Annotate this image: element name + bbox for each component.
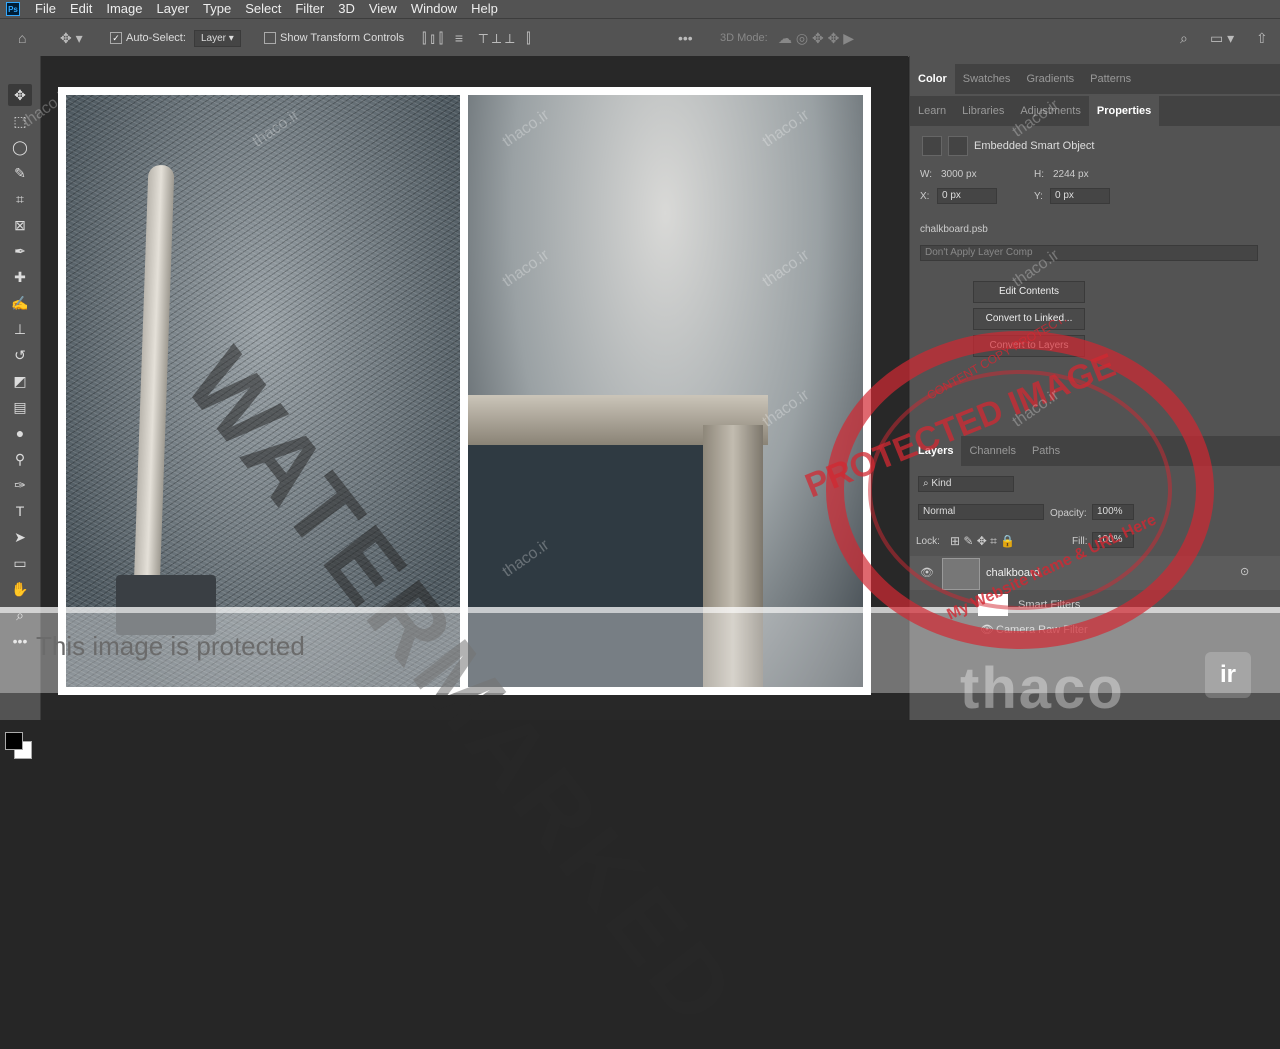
photoshop-logo-icon: Ps <box>6 2 20 16</box>
brush-tool-icon[interactable]: ✍ <box>8 292 32 314</box>
menu-view[interactable]: View <box>362 0 404 18</box>
options-bar: ⌂ ✥ ▾ ✓ Auto-Select: Layer ▾ Show Transf… <box>0 18 1280 57</box>
menu-select[interactable]: Select <box>238 0 288 18</box>
panel-tabs-second: Learn Libraries Adjustments Properties <box>910 96 1280 126</box>
foreground-color[interactable] <box>5 732 23 750</box>
path-select-icon[interactable]: ➤ <box>8 526 32 548</box>
auto-select-checkbox[interactable]: ✓ <box>110 32 122 44</box>
menu-layer[interactable]: Layer <box>150 0 197 18</box>
blur-tool-icon[interactable]: ● <box>8 422 32 444</box>
menu-3d[interactable]: 3D <box>331 0 362 18</box>
search-icon[interactable]: ⌕ <box>1180 19 1188 57</box>
object-type: Embedded Smart Object <box>974 140 1095 152</box>
workspace-icon[interactable]: ▭ ▾ <box>1210 19 1234 57</box>
move-tool-preset-icon[interactable]: ✥ ▾ <box>60 19 83 57</box>
share-icon[interactable]: ⇧ <box>1256 19 1268 57</box>
x-field[interactable]: 0 px <box>937 188 997 204</box>
align-icons[interactable]: ⫿ ⫾ ⫿ ≡ ⊤ ⊥ ⊥ ⫿ <box>422 19 531 57</box>
dodge-tool-icon[interactable]: ⚲ <box>8 448 32 470</box>
frame-tool-icon[interactable]: ⊠ <box>8 214 32 236</box>
y-field[interactable]: 0 px <box>1050 188 1110 204</box>
mask-icon <box>948 136 968 156</box>
transform-controls-checkbox[interactable] <box>264 32 276 44</box>
more-options-icon[interactable]: ••• <box>678 19 693 57</box>
layer-comp-dropdown[interactable]: Don't Apply Layer Comp <box>920 245 1258 261</box>
menu-type[interactable]: Type <box>196 0 238 18</box>
gradient-tool-icon[interactable]: ▤ <box>8 396 32 418</box>
quick-select-icon[interactable]: ✎ <box>8 162 32 184</box>
x-label: X: <box>920 191 930 202</box>
brand-ir-badge: ir <box>1205 652 1251 698</box>
protected-stamp: CONTENT COPY PROTECTION PLUGIN My Websit… <box>826 320 1214 649</box>
menu-bar: Ps File Edit Image Layer Type Select Fil… <box>0 0 1280 18</box>
brand-watermark: thaco <box>960 656 1125 721</box>
smart-object-icon <box>922 136 942 156</box>
home-icon[interactable]: ⌂ <box>18 19 26 57</box>
w-label: W: <box>920 169 933 180</box>
tab-properties[interactable]: Properties <box>1088 96 1160 126</box>
w-value: 3000 px <box>941 169 977 180</box>
menu-window[interactable]: Window <box>404 0 464 18</box>
healing-brush-icon[interactable]: ✚ <box>8 266 32 288</box>
type-tool-icon[interactable]: T <box>8 500 32 522</box>
filename: chalkboard.psb <box>920 224 988 235</box>
menu-image[interactable]: Image <box>99 0 149 18</box>
history-brush-icon[interactable]: ↺ <box>8 344 32 366</box>
axe-handle <box>133 164 175 596</box>
protected-text: This image is protected <box>36 631 305 661</box>
eyedropper-icon[interactable]: ✒ <box>8 240 32 262</box>
menu-file[interactable]: File <box>28 0 63 18</box>
tab-swatches[interactable]: Swatches <box>955 64 1019 94</box>
y-label: Y: <box>1034 191 1043 202</box>
move-tool-icon[interactable]: ✥ <box>8 84 32 106</box>
menu-edit[interactable]: Edit <box>63 0 99 18</box>
tab-gradients[interactable]: Gradients <box>1018 64 1082 94</box>
smart-filter-icon[interactable]: ⊙ <box>1240 565 1249 578</box>
menu-help[interactable]: Help <box>464 0 505 18</box>
3d-mode-icons: ☁ ◎ ✥ ✥ ▶ <box>778 29 855 46</box>
pen-tool-icon[interactable]: ✑ <box>8 474 32 496</box>
auto-select-value: Layer <box>201 32 227 44</box>
eraser-icon[interactable]: ◩ <box>8 370 32 392</box>
crop-tool-icon[interactable]: ⌗ <box>8 188 32 210</box>
panel-tabs-top: Color Swatches Gradients Patterns <box>910 64 1280 94</box>
tab-patterns[interactable]: Patterns <box>1082 64 1139 94</box>
auto-select-dropdown[interactable]: Layer ▾ <box>194 29 241 47</box>
lasso-tool-icon[interactable]: ◯ <box>8 136 32 158</box>
auto-select-label: Auto-Select: <box>126 32 186 44</box>
hand-tool-icon[interactable]: ✋ <box>8 578 32 600</box>
3d-mode-label: 3D Mode: <box>720 32 768 44</box>
stamp-tool-icon[interactable]: ⊥ <box>8 318 32 340</box>
menu-filter[interactable]: Filter <box>288 0 331 18</box>
tab-libraries[interactable]: Libraries <box>954 96 1012 126</box>
tab-color[interactable]: Color <box>910 64 955 94</box>
rectangle-tool-icon[interactable]: ▭ <box>8 552 32 574</box>
transform-controls-label: Show Transform Controls <box>280 32 405 44</box>
h-value: 2244 px <box>1053 169 1089 180</box>
h-label: H: <box>1034 169 1044 180</box>
tab-learn[interactable]: Learn <box>910 96 954 126</box>
